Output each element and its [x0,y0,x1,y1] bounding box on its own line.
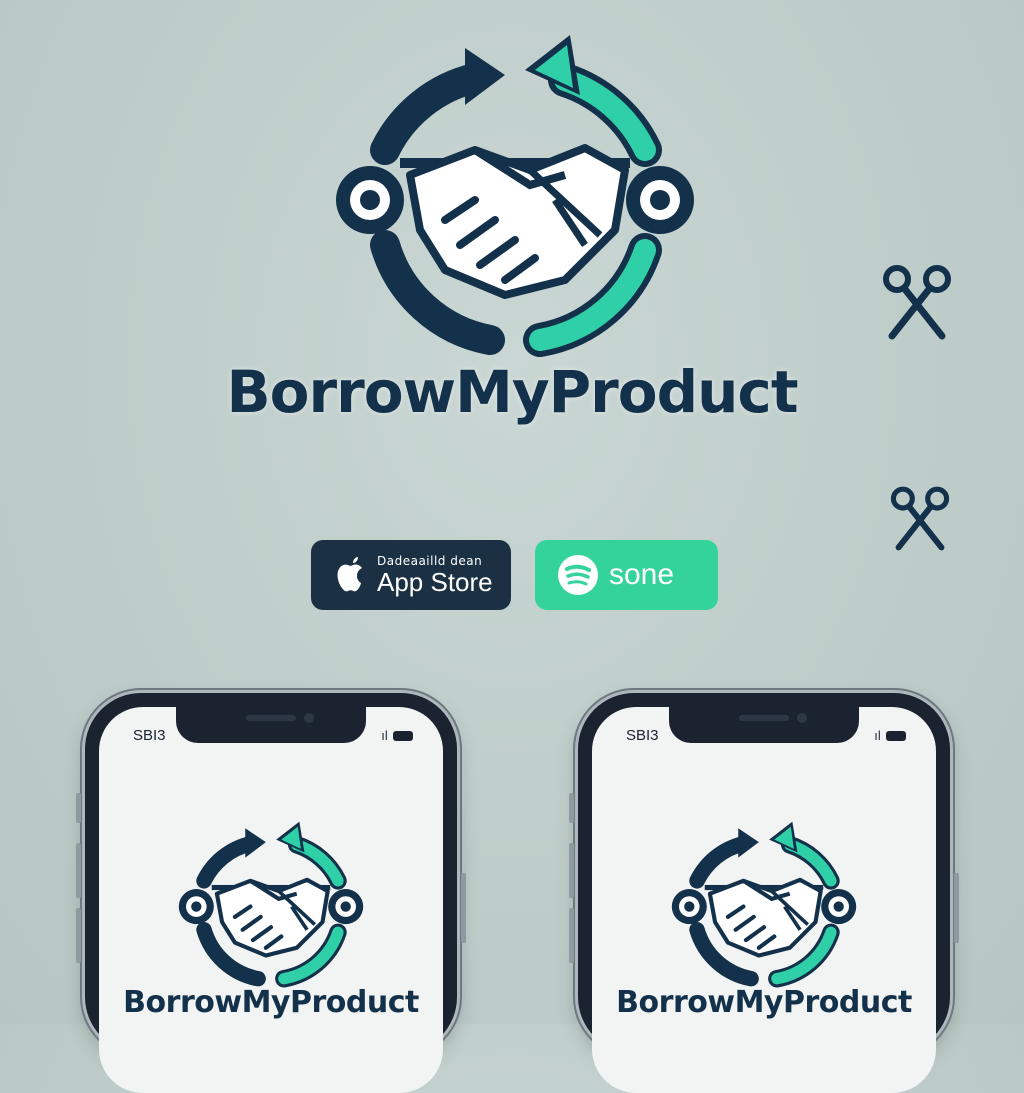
speaker [246,715,296,721]
app-brand-title: BorrowMyProduct [616,985,912,1020]
phone-screen: SBI3 ıl BorrowMyProduct [592,707,936,1093]
phone-button [569,843,574,898]
phone-button [569,793,574,823]
phone-notch [669,707,859,743]
app-store-badge[interactable]: Dadeaailld dean App Store [311,540,511,610]
phone-button [954,873,959,943]
camera-icon [797,713,807,723]
handshake-cycle-icon [325,30,705,360]
brand-title: BorrowMyProduct [226,358,798,426]
phone-button [569,908,574,963]
phone-button [76,793,81,823]
phone-notch [176,707,366,743]
badge-store-text: App Store [377,567,493,597]
handshake-cycle-icon [664,819,864,989]
handshake-cycle-icon [171,819,371,989]
phone-mockup: SBI3 ıl BorrowMyProduct [76,693,466,1093]
phone-mockup: SBI3 ıl BorrowMyProduct [569,693,959,1093]
speaker [739,715,789,721]
battery-icon [886,731,906,741]
status-time: SBI3 [626,727,659,744]
camera-icon [304,713,314,723]
apple-icon [337,557,362,592]
battery-icon [393,731,413,741]
app-brand-title: BorrowMyProduct [123,985,419,1020]
status-icons: ıl [874,729,906,743]
scissors-icon [890,485,950,555]
phone-button [76,908,81,963]
badge-small-text: Dadeaailld dean [377,554,483,568]
status-time: SBI3 [133,727,166,744]
spotify-like-icon [558,555,598,595]
signal-icon: ıl [381,729,388,743]
phone-button [76,843,81,898]
green-badge-label: sone [609,558,675,591]
phone-screen: SBI3 ıl BorrowMyProduct [99,707,443,1093]
green-store-badge[interactable]: sone [535,540,718,610]
status-icons: ıl [381,729,413,743]
phone-button [461,873,466,943]
scissors-icon [882,264,952,344]
signal-icon: ıl [874,729,881,743]
